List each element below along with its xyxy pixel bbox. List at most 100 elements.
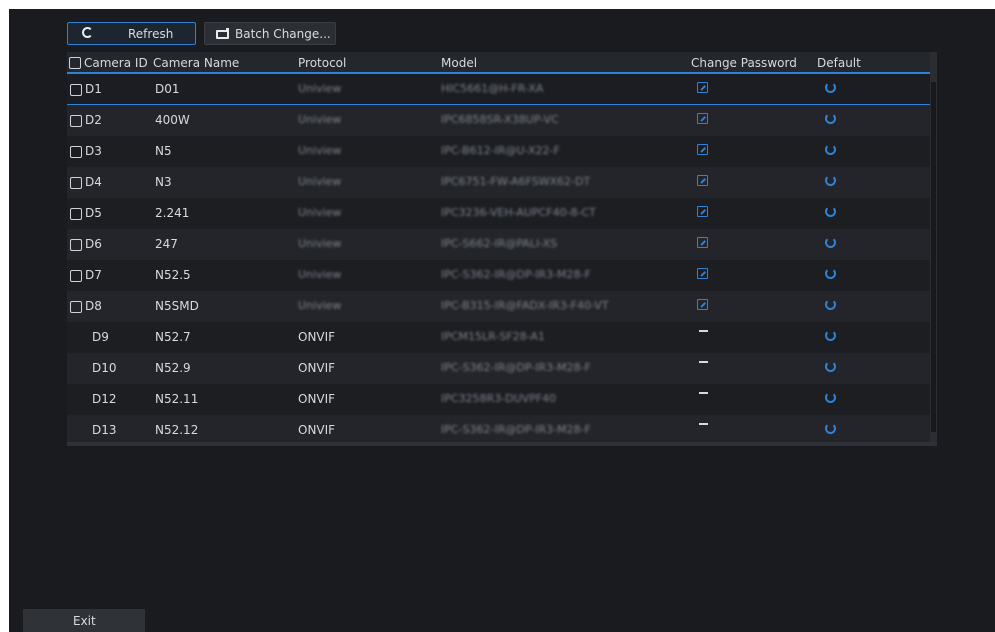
table-row[interactable]: D5 2.241 Uniview IPC3236-VEH-AUPCF40-8-CT: [67, 198, 930, 229]
restore-icon[interactable]: [825, 268, 836, 279]
camera-id: D7: [85, 268, 102, 282]
camera-id: D12: [92, 392, 117, 406]
header-camera-name: Camera Name: [153, 56, 240, 70]
restore-icon[interactable]: [825, 144, 836, 155]
table-row[interactable]: D7 N52.5 Uniview IPC-S362-IR@DP-IR3-M28-F: [67, 260, 930, 291]
edit-icon[interactable]: [697, 237, 708, 248]
restore-icon[interactable]: [825, 237, 836, 248]
header-default: Default: [817, 56, 861, 70]
restore-icon[interactable]: [825, 423, 836, 434]
refresh-button[interactable]: Refresh: [67, 22, 196, 45]
protocol: Uniview: [298, 175, 342, 188]
restore-icon[interactable]: [825, 392, 836, 403]
table-row[interactable]: D12 N52.11 ONVIF IPC3258R3-DUVPF40: [67, 384, 930, 415]
protocol: Uniview: [298, 113, 342, 126]
restore-icon[interactable]: [825, 330, 836, 341]
edit-batch-icon: [216, 28, 229, 39]
protocol: Uniview: [298, 206, 342, 219]
table-row[interactable]: D8 N5SMD Uniview IPC-B315-IR@FADX-IR3-F40-V…: [67, 291, 930, 322]
model: IPC-S362-IR@DP-IR3-M28-F: [441, 268, 591, 281]
edit-icon[interactable]: [697, 144, 708, 155]
refresh-label: Refresh: [128, 27, 174, 41]
restore-icon[interactable]: [825, 113, 836, 124]
table-header: Camera ID Camera Name Protocol Model Cha…: [67, 52, 930, 74]
model: IPC-S362-IR@DP-IR3-M28-F: [441, 423, 591, 436]
table-row[interactable]: D6 247 Uniview IPC-S662-IR@PALI-XS: [67, 229, 930, 260]
exit-label: Exit: [73, 614, 96, 628]
restore-icon[interactable]: [825, 206, 836, 217]
dash-icon: [699, 330, 708, 332]
edit-icon[interactable]: [697, 82, 708, 93]
edit-icon[interactable]: [697, 113, 708, 124]
protocol: Uniview: [298, 299, 342, 312]
row-checkbox[interactable]: [70, 84, 82, 96]
header-model: Model: [441, 56, 478, 70]
restore-icon[interactable]: [825, 299, 836, 310]
restore-icon[interactable]: [825, 361, 836, 372]
model: IPCM15LR-SF28-A1: [441, 330, 545, 343]
edit-icon[interactable]: [697, 206, 708, 217]
protocol: Uniview: [298, 268, 342, 281]
row-checkbox[interactable]: [70, 208, 82, 220]
table-row[interactable]: D2 400W Uniview IPC6858SR-X38UP-VC: [67, 105, 930, 136]
row-checkbox[interactable]: [70, 146, 82, 158]
row-checkbox[interactable]: [70, 239, 82, 251]
camera-id: D5: [85, 206, 102, 220]
camera-id: D3: [85, 144, 102, 158]
model: IPC3236-VEH-AUPCF40-8-CT: [441, 206, 596, 219]
camera-name: 2.241: [155, 206, 190, 220]
exit-button[interactable]: Exit: [23, 609, 145, 632]
camera-id: D1: [85, 82, 102, 96]
vertical-scrollbar[interactable]: [930, 52, 937, 446]
camera-table: Camera ID Camera Name Protocol Model Cha…: [67, 52, 937, 446]
camera-id: D10: [92, 361, 117, 375]
dash-icon: [699, 423, 708, 425]
batch-change-button[interactable]: Batch Change...: [204, 22, 336, 45]
table-row[interactable]: D1 D01 Uniview HIC5661@H-FR-XA: [67, 74, 930, 105]
camera-id: D9: [92, 330, 109, 344]
edit-icon[interactable]: [697, 299, 708, 310]
refresh-icon: [82, 27, 93, 38]
restore-icon[interactable]: [825, 82, 836, 93]
header-protocol: Protocol: [298, 56, 347, 70]
scrollbar-thumb[interactable]: [931, 82, 936, 432]
table-row[interactable]: D4 N3 Uniview IPC6751-FW-A6FSWX62-DT: [67, 167, 930, 198]
row-checkbox[interactable]: [70, 115, 82, 127]
edit-icon[interactable]: [697, 175, 708, 186]
model: IPC-S362-IR@DP-IR3-M28-F: [441, 361, 591, 374]
table-row[interactable]: D3 N5 Uniview IPC-B612-IR@U-X22-F: [67, 136, 930, 167]
row-checkbox[interactable]: [70, 177, 82, 189]
header-change-password: Change Password: [691, 56, 797, 70]
row-checkbox[interactable]: [70, 270, 82, 282]
camera-name: N52.5: [155, 268, 191, 282]
edit-icon[interactable]: [697, 268, 708, 279]
camera-password-screen: Refresh Batch Change... Camera ID Camera…: [9, 9, 995, 632]
model: IPC-S662-IR@PALI-XS: [441, 237, 558, 250]
model: IPC-B612-IR@U-X22-F: [441, 144, 560, 157]
camera-id: D13: [92, 423, 117, 437]
table-row[interactable]: D10 N52.9 ONVIF IPC-S362-IR@DP-IR3-M28-F: [67, 353, 930, 384]
camera-id: D6: [85, 237, 102, 251]
row-checkbox[interactable]: [70, 301, 82, 313]
horizontal-scrollbar[interactable]: [67, 442, 937, 446]
model: HIC5661@H-FR-XA: [441, 82, 544, 95]
table-row[interactable]: D9 N52.7 ONVIF IPCM15LR-SF28-A1: [67, 322, 930, 353]
protocol: ONVIF: [298, 392, 336, 406]
select-all-checkbox[interactable]: [69, 57, 81, 69]
camera-name: N5: [155, 144, 172, 158]
model: IPC6751-FW-A6FSWX62-DT: [441, 175, 591, 188]
camera-name: N52.12: [155, 423, 199, 437]
protocol: ONVIF: [298, 361, 336, 375]
camera-id: D2: [85, 113, 102, 127]
batch-change-label: Batch Change...: [235, 27, 331, 41]
model: IPC6858SR-X38UP-VC: [441, 113, 559, 126]
restore-icon[interactable]: [825, 175, 836, 186]
camera-name: N52.7: [155, 330, 191, 344]
camera-name: N5SMD: [155, 299, 199, 313]
dash-icon: [699, 361, 708, 363]
camera-name: N52.9: [155, 361, 191, 375]
protocol: Uniview: [298, 144, 342, 157]
protocol: Uniview: [298, 237, 342, 250]
camera-name: N52.11: [155, 392, 199, 406]
protocol: ONVIF: [298, 423, 336, 437]
